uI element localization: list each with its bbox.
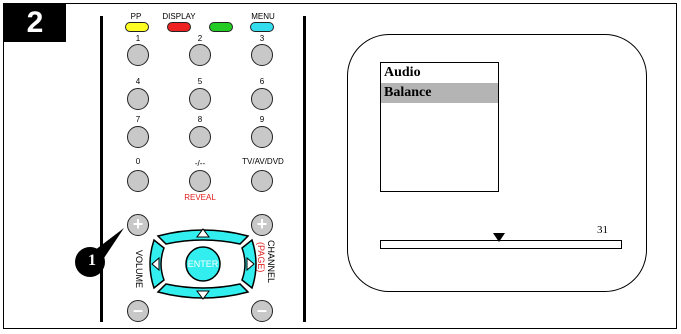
key-label-0: 0 bbox=[135, 157, 141, 166]
display-button[interactable] bbox=[167, 22, 191, 32]
pp-label: PP bbox=[130, 12, 142, 21]
balance-marker-icon[interactable] bbox=[492, 233, 505, 242]
key-label-3: 3 bbox=[259, 34, 265, 43]
callout-arrow bbox=[75, 228, 124, 277]
menu-item-balance[interactable]: Balance bbox=[381, 83, 498, 103]
enter-label: ENTER bbox=[188, 259, 219, 269]
step-number-badge: 2 bbox=[4, 4, 66, 42]
pp-button[interactable] bbox=[125, 22, 149, 32]
key-6-button[interactable] bbox=[251, 88, 273, 110]
key-label-4: 4 bbox=[135, 77, 141, 86]
key-5-button[interactable] bbox=[189, 88, 211, 110]
callout-number: 1 bbox=[88, 252, 96, 269]
key-label-6: 6 bbox=[259, 77, 265, 86]
menu-label: MENU bbox=[251, 12, 275, 21]
key-0-button[interactable] bbox=[127, 170, 149, 192]
key-label-1: 1 bbox=[135, 34, 141, 43]
key-8-button[interactable] bbox=[189, 126, 211, 148]
key-3-button[interactable] bbox=[251, 44, 273, 66]
key-label-digits: -/-- bbox=[194, 159, 206, 168]
key-7-button[interactable] bbox=[127, 126, 149, 148]
menu-button[interactable] bbox=[250, 22, 274, 32]
key-9-button[interactable] bbox=[251, 126, 273, 148]
remote-right-edge bbox=[303, 16, 306, 322]
key-label-8: 8 bbox=[197, 115, 203, 124]
tv-av-dvd-button[interactable] bbox=[251, 170, 273, 192]
key-label-tv-av-dvd: TV/AV/DVD bbox=[242, 157, 284, 166]
channel-label: CHANNEL bbox=[266, 240, 276, 284]
volume-label: VOLUME bbox=[134, 250, 144, 289]
green-button[interactable] bbox=[209, 22, 233, 32]
audio-menu: Audio Balance bbox=[380, 62, 499, 192]
instruction-panel: 2 PP DISPLAY MENU 1 2 3 4 5 6 7 8 9 0 -/… bbox=[3, 3, 677, 329]
key-2-button[interactable] bbox=[189, 44, 211, 66]
key-label-9: 9 bbox=[259, 115, 265, 124]
digits-button[interactable] bbox=[189, 170, 211, 192]
menu-item-audio[interactable]: Audio bbox=[381, 63, 498, 83]
reveal-label: REVEAL bbox=[184, 193, 216, 202]
balance-value: 31 bbox=[597, 224, 608, 236]
key-label-7: 7 bbox=[135, 115, 141, 124]
key-label-5: 5 bbox=[197, 77, 203, 86]
key-4-button[interactable] bbox=[127, 88, 149, 110]
display-label: DISPLAY bbox=[162, 12, 196, 21]
key-1-button[interactable] bbox=[127, 44, 149, 66]
key-label-2: 2 bbox=[197, 34, 203, 43]
dpad: ENTER bbox=[149, 228, 257, 300]
